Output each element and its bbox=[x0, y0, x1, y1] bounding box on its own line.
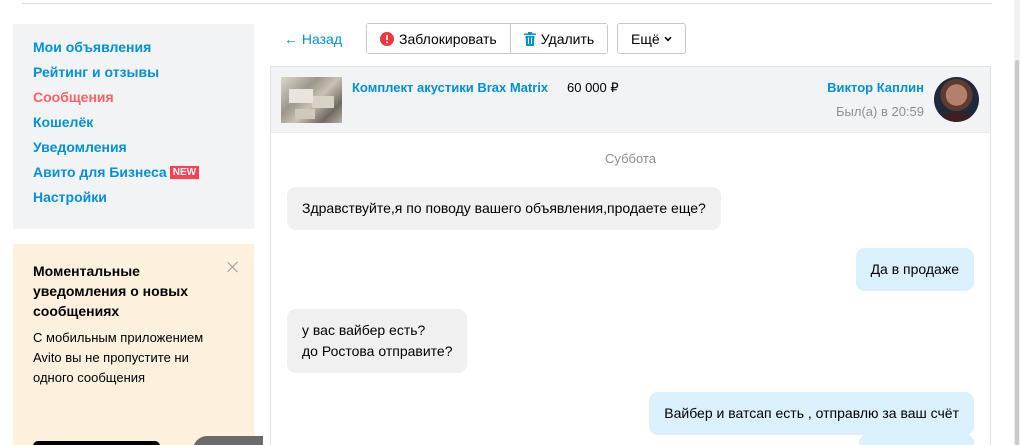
sidebar-item-settings[interactable]: Настройки bbox=[33, 188, 234, 213]
avatar[interactable] bbox=[934, 77, 979, 122]
sidebar-item-messages[interactable]: Сообщения bbox=[33, 88, 234, 113]
exclamation-circle-icon bbox=[380, 31, 394, 46]
message-outgoing: Да в продаже bbox=[855, 248, 974, 291]
seller-name-link[interactable]: Виктор Каплин bbox=[827, 80, 924, 95]
ad-title-link[interactable]: Комплект акустики Brax Matrix bbox=[352, 80, 548, 95]
trash-icon bbox=[523, 31, 536, 46]
more-button-label: Ещё bbox=[631, 30, 660, 47]
chevron-down-icon bbox=[664, 36, 672, 42]
sidebar-item-wallet[interactable]: Кошелёк bbox=[33, 113, 234, 138]
delete-button[interactable]: Удалить bbox=[509, 24, 608, 53]
top-divider bbox=[22, 3, 992, 4]
delete-button-label: Удалить bbox=[540, 30, 595, 47]
promo-title: Моментальные уведомления о новых сообщен… bbox=[33, 263, 189, 319]
sidebar-item-business[interactable]: Авито для Бизнеса NEW bbox=[33, 163, 234, 188]
chat-panel: Комплект акустики Brax Matrix 60 000 ₽ В… bbox=[270, 66, 991, 445]
page-scrollbar[interactable] bbox=[1014, 0, 1020, 445]
app-store-button[interactable] bbox=[33, 441, 160, 445]
sidebar-item-my-ads[interactable]: Мои объявления bbox=[33, 38, 234, 63]
close-icon[interactable] bbox=[225, 259, 241, 275]
day-separator: Суббота bbox=[605, 151, 656, 166]
block-button-label: Заблокировать bbox=[399, 30, 497, 47]
sidebar-item-business-label: Авито для Бизнеса bbox=[33, 164, 167, 180]
seller-last-seen: Был(а) в 20:59 bbox=[835, 104, 924, 119]
app-promo-banner: Моментальные уведомления о новых сообщен… bbox=[13, 244, 263, 445]
sidebar-item-notifications[interactable]: Уведомления bbox=[33, 138, 234, 163]
sidebar-item-rating[interactable]: Рейтинг и отзывы bbox=[33, 63, 234, 88]
promo-text: С мобильным приложением Avito вы не проп… bbox=[33, 330, 204, 385]
back-link[interactable]: ← Назад bbox=[284, 31, 342, 47]
chat-actions: Заблокировать Удалить bbox=[366, 23, 609, 54]
ad-thumbnail[interactable] bbox=[281, 77, 342, 123]
sidebar-menu: Мои объявления Рейтинг и отзывы Сообщени… bbox=[13, 24, 254, 229]
block-button[interactable]: Заблокировать bbox=[367, 24, 510, 53]
more-button[interactable]: Ещё bbox=[617, 23, 686, 54]
new-badge: NEW bbox=[169, 166, 200, 179]
message-incoming: Здравствуйте,я по поводу вашего объявлен… bbox=[287, 187, 721, 230]
scrollbar-thumb[interactable] bbox=[1015, 60, 1019, 445]
ad-price: 60 000 ₽ bbox=[567, 80, 619, 95]
message-incoming: у вас вайбер есть? до Ростова отправите? bbox=[287, 309, 468, 373]
google-play-button[interactable] bbox=[193, 436, 263, 445]
chat-header: Комплект акустики Brax Matrix 60 000 ₽ В… bbox=[271, 67, 990, 133]
message-outgoing bbox=[859, 434, 974, 445]
message-outgoing: Вайбер и ватсап есть , отправлю за ваш с… bbox=[649, 392, 974, 435]
